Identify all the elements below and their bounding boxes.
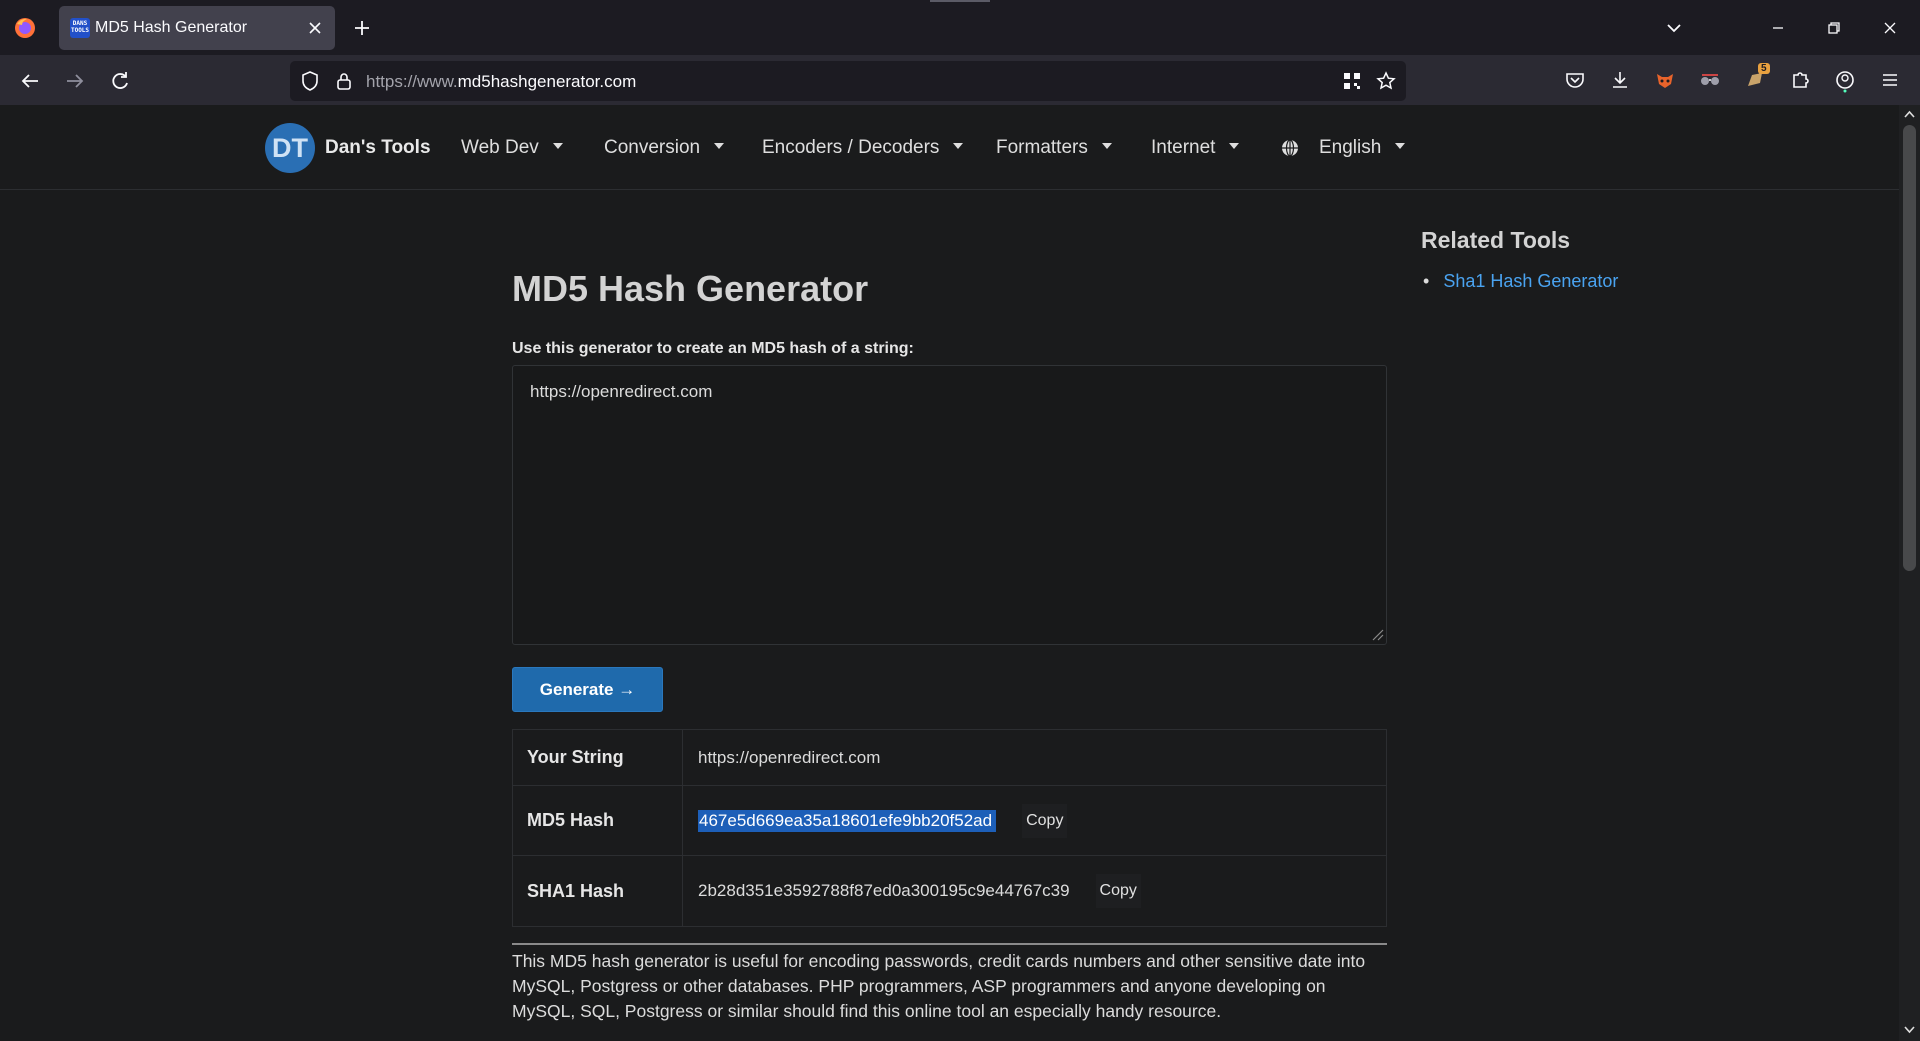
- row-value: 467e5d669ea35a18601efe9bb20f52ad Copy: [684, 786, 1386, 855]
- drag-handle: [930, 0, 990, 2]
- scroll-up-icon[interactable]: [1903, 108, 1916, 121]
- close-tab-icon[interactable]: [303, 16, 327, 40]
- your-string-value: https://openredirect.com: [698, 747, 881, 767]
- site-header: DT Dan's Tools Web Dev Conversion Encode…: [0, 105, 1899, 190]
- sha1-hash-value[interactable]: 2b28d351e3592788f87ed0a300195c9e44767c39: [698, 881, 1070, 901]
- browser-toolbar: https://www.md5hashgenerator.com 5: [0, 55, 1920, 105]
- row-value: https://openredirect.com: [684, 730, 1386, 785]
- brand-logo[interactable]: DT: [265, 123, 315, 173]
- generate-button[interactable]: Generate →: [512, 667, 663, 712]
- hamburger-menu-icon[interactable]: [1875, 65, 1905, 95]
- related-tools-list: Sha1 Hash Generator: [1421, 271, 1618, 292]
- restore-icon[interactable]: [1818, 12, 1850, 44]
- brand-name[interactable]: Dan's Tools: [325, 137, 431, 159]
- caret-down-icon: [714, 142, 725, 149]
- menu-formatters[interactable]: Formatters: [996, 137, 1112, 159]
- results-table: Your String https://openredirect.com MD5…: [512, 729, 1387, 927]
- menu-encoders-decoders[interactable]: Encoders / Decoders: [762, 137, 964, 159]
- md5-hash-value[interactable]: 467e5d669ea35a18601efe9bb20f52ad: [698, 809, 997, 832]
- web-page: DT Dan's Tools Web Dev Conversion Encode…: [0, 105, 1899, 1041]
- row-header: Your String: [513, 730, 683, 785]
- row-header: SHA1 Hash: [513, 856, 683, 926]
- resize-handle-icon[interactable]: [1368, 625, 1384, 641]
- pocket-icon[interactable]: [1560, 65, 1590, 95]
- scrollbar-thumb[interactable]: [1903, 125, 1916, 571]
- table-row: Your String https://openredirect.com: [513, 730, 1386, 786]
- copy-sha1-button[interactable]: Copy: [1095, 874, 1141, 908]
- fox-extension-icon[interactable]: [1650, 65, 1680, 95]
- input-label: Use this generator to create an MD5 hash…: [512, 340, 914, 357]
- extension-badge: 5: [1758, 63, 1770, 74]
- tab-favicon: DANS TOOLS: [70, 18, 90, 38]
- account-icon[interactable]: [1830, 65, 1860, 95]
- menu-internet[interactable]: Internet: [1151, 137, 1240, 159]
- page-title: MD5 Hash Generator: [512, 268, 869, 309]
- firefox-icon[interactable]: [12, 15, 38, 41]
- menu-label: Internet: [1151, 137, 1216, 158]
- table-row: MD5 Hash 467e5d669ea35a18601efe9bb20f52a…: [513, 786, 1386, 856]
- copy-md5-button[interactable]: Copy: [1022, 803, 1068, 838]
- globe-icon: [1282, 139, 1298, 157]
- row-value: 2b28d351e3592788f87ed0a300195c9e44767c39…: [684, 856, 1386, 926]
- bookmark-star-icon[interactable]: [1374, 69, 1398, 93]
- shield-icon[interactable]: [298, 69, 322, 93]
- active-tab[interactable]: DANS TOOLS MD5 Hash Generator: [59, 6, 335, 50]
- qr-code-icon[interactable]: [1340, 69, 1364, 93]
- url-bar[interactable]: https://www.md5hashgenerator.com: [290, 61, 1406, 101]
- menu-web-dev[interactable]: Web Dev: [461, 137, 563, 159]
- download-icon[interactable]: [1605, 65, 1635, 95]
- new-tab-icon[interactable]: [348, 14, 376, 42]
- minimize-icon[interactable]: [1762, 12, 1794, 44]
- related-tools-heading: Related Tools: [1421, 227, 1571, 253]
- browser-tabbar: DANS TOOLS MD5 Hash Generator: [0, 0, 1920, 55]
- table-row: SHA1 Hash 2b28d351e3592788f87ed0a300195c…: [513, 856, 1386, 926]
- chevron-down-icon[interactable]: [1660, 14, 1688, 42]
- menu-label: Web Dev: [461, 137, 539, 158]
- reload-icon[interactable]: [104, 65, 136, 97]
- forward-icon[interactable]: [59, 65, 91, 97]
- menu-label: Conversion: [604, 137, 701, 158]
- description-text: This MD5 hash generator is useful for en…: [512, 943, 1387, 1024]
- related-link-sha1[interactable]: Sha1 Hash Generator: [1421, 271, 1618, 292]
- url-text[interactable]: https://www.md5hashgenerator.com: [366, 72, 636, 92]
- extensions-puzzle-icon[interactable]: [1785, 65, 1815, 95]
- close-window-icon[interactable]: [1874, 12, 1906, 44]
- glasses-extension-icon[interactable]: [1695, 65, 1725, 95]
- caret-down-icon: [1229, 142, 1240, 149]
- caret-down-icon: [1101, 142, 1112, 149]
- caret-down-icon: [1395, 142, 1406, 149]
- caret-down-icon: [953, 142, 964, 149]
- string-input[interactable]: https://openredirect.com: [512, 365, 1387, 645]
- lock-icon[interactable]: [332, 69, 356, 93]
- menu-language[interactable]: English: [1319, 137, 1406, 159]
- notification-extension[interactable]: 5: [1740, 63, 1770, 95]
- back-icon[interactable]: [14, 65, 46, 97]
- menu-conversion[interactable]: Conversion: [604, 137, 725, 159]
- menu-label: Encoders / Decoders: [762, 137, 940, 158]
- tab-title: MD5 Hash Generator: [95, 19, 248, 36]
- page-scrollbar[interactable]: [1899, 105, 1920, 1041]
- row-header: MD5 Hash: [513, 786, 683, 855]
- scroll-down-icon[interactable]: [1903, 1023, 1916, 1036]
- menu-label: Formatters: [996, 137, 1088, 158]
- caret-down-icon: [552, 142, 563, 149]
- menu-label: English: [1319, 137, 1382, 158]
